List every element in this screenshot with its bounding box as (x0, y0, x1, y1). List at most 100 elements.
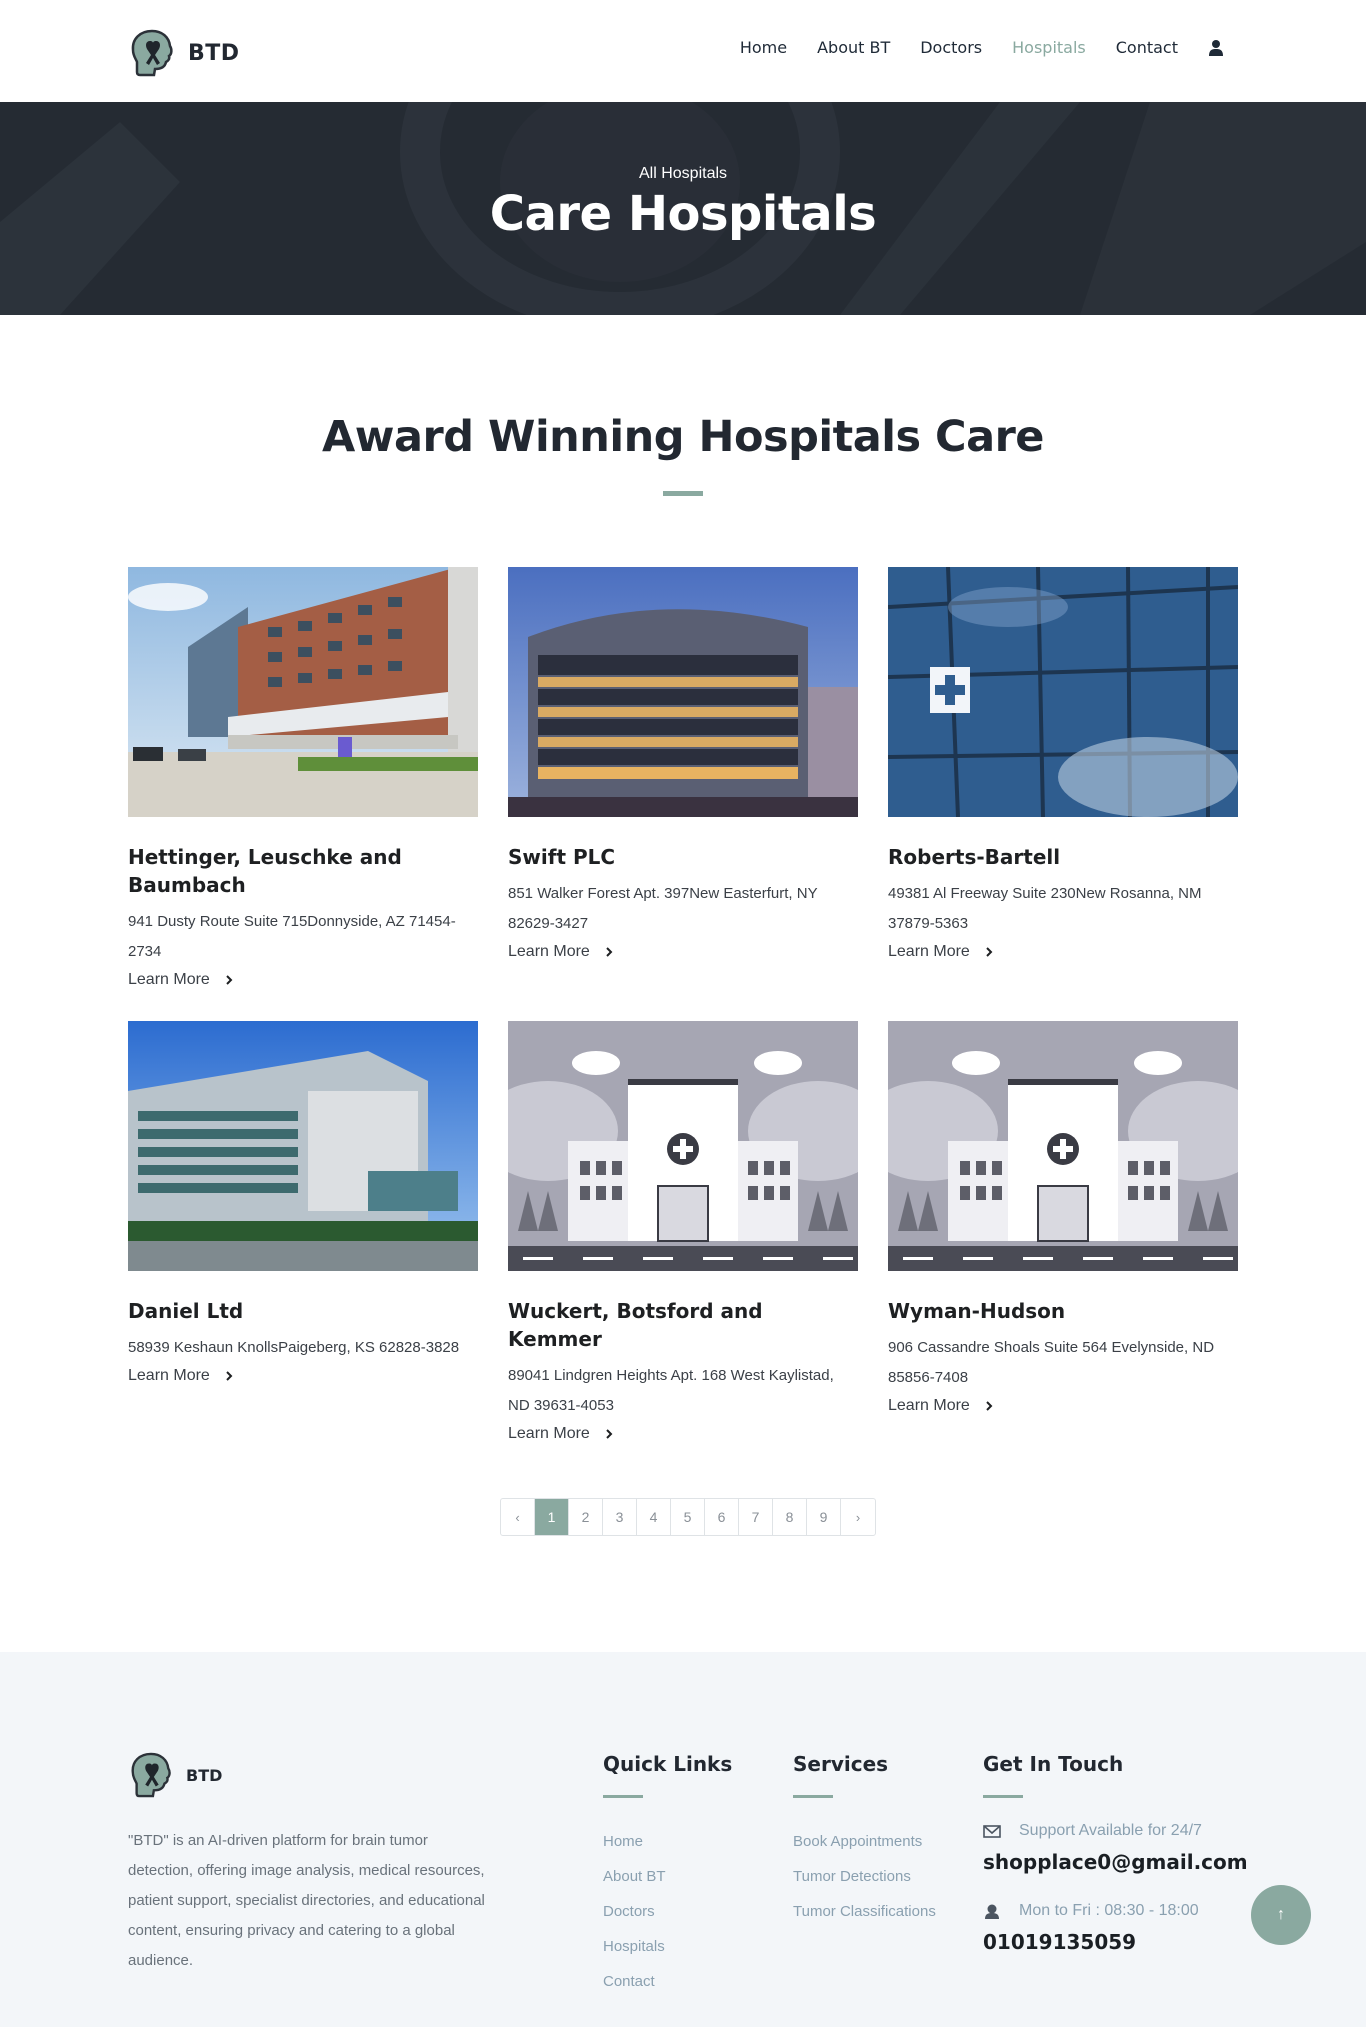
footer-link-about-bt[interactable]: About BT (603, 1859, 732, 1894)
footer-heading: Services (793, 1752, 889, 1776)
section-title: Award Winning Hospitals Care (322, 412, 1044, 462)
footer-link-home[interactable]: Home (603, 1824, 732, 1859)
hospital-name[interactable]: Daniel Ltd (128, 1297, 478, 1325)
learn-more-label: Learn More (508, 943, 590, 960)
heading-underline (983, 1795, 1023, 1798)
page-link[interactable]: 5 (671, 1499, 705, 1535)
pagination-prev[interactable]: ‹ (501, 1499, 535, 1535)
site-header: BTD Home About BT Doctors Hospitals Cont… (0, 0, 1366, 102)
brand-name: BTD (188, 40, 240, 66)
chevron-right-icon (606, 947, 613, 957)
nav-home[interactable]: Home (740, 38, 787, 57)
hospital-illustration[interactable] (888, 1021, 1238, 1271)
page-link[interactable]: 4 (637, 1499, 671, 1535)
hospital-address: 851 Walker Forest Apt. 397New Easterfurt… (508, 885, 818, 932)
footer-services: Services Book Appointments Tumor Detecti… (793, 1752, 936, 1929)
title-underline (663, 491, 703, 496)
main-nav: Home About BT Doctors Hospitals Contact (740, 38, 1224, 57)
hospital-address: 89041 Lindgren Heights Apt. 168 West Kay… (508, 1367, 834, 1414)
hospital-name[interactable]: Hettinger, Leuschke and Baumbach (128, 843, 478, 899)
learn-more-label: Learn More (128, 971, 210, 988)
learn-more-label: Learn More (508, 1425, 590, 1442)
page-link[interactable]: 9 (807, 1499, 841, 1535)
back-to-top-button[interactable]: ↑ (1251, 1885, 1311, 1945)
hospital-address: 941 Dusty Route Suite 715Donnyside, AZ 7… (128, 913, 456, 960)
round-hospital-night-photo[interactable] (508, 567, 858, 817)
hospital-name[interactable]: Wuckert, Botsford and Kemmer (508, 1297, 858, 1353)
hospital-card: Swift PLC 851 Walker Forest Apt. 397New … (508, 567, 858, 961)
support-agent-icon (985, 1904, 999, 1919)
chevron-right-icon (226, 1371, 233, 1381)
hospital-name[interactable]: Swift PLC (508, 843, 858, 871)
brick-hospital-photo[interactable] (128, 567, 478, 817)
user-icon[interactable] (1208, 39, 1224, 57)
chevron-right-icon (606, 1429, 613, 1439)
brain-ribbon-icon (131, 29, 173, 77)
hospital-address: 58939 Keshaun KnollsPaigeberg, KS 62828-… (128, 1339, 460, 1356)
footer-link-doctors[interactable]: Doctors (603, 1894, 732, 1929)
hospital-address: 906 Cassandre Shoals Suite 564 Evelynsid… (888, 1339, 1215, 1386)
page-title: Care Hospitals (489, 186, 877, 242)
hospital-illustration[interactable] (508, 1021, 858, 1271)
contact-phone[interactable]: 01019135059 (983, 1930, 1248, 1954)
footer-link-book-appointments[interactable]: Book Appointments (793, 1824, 936, 1859)
page-hero: All Hospitals Care Hospitals (0, 102, 1366, 315)
contact-email[interactable]: shopplace0@gmail.com (983, 1850, 1248, 1874)
footer-heading: Quick Links (603, 1752, 733, 1776)
hospital-card: Daniel Ltd 58939 Keshaun KnollsPaigeberg… (128, 1021, 478, 1385)
hospital-name[interactable]: Wyman-Hudson (888, 1297, 1238, 1325)
support-label: Support Available for 24/7 (1019, 1822, 1202, 1839)
footer-link-contact[interactable]: Contact (603, 1964, 732, 1999)
page-link[interactable]: 7 (739, 1499, 773, 1535)
footer-link-tumor-classifications[interactable]: Tumor Classifications (793, 1894, 936, 1929)
learn-more-link[interactable]: Learn More (508, 1425, 614, 1443)
brand[interactable]: BTD (128, 28, 240, 78)
page-link[interactable]: 8 (773, 1499, 807, 1535)
footer-about-text: "BTD" is an AI-driven platform for brain… (128, 1832, 485, 1969)
heading-underline (603, 1795, 643, 1798)
pagination-next[interactable]: › (841, 1499, 875, 1535)
footer-brand-name: BTD (186, 1765, 223, 1785)
modern-hospital-photo[interactable] (128, 1021, 478, 1271)
support-line: Support Available for 24/7 (983, 1822, 1248, 1840)
hospital-card: Hettinger, Leuschke and Baumbach 941 Dus… (128, 567, 478, 989)
nav-doctors[interactable]: Doctors (920, 38, 982, 57)
nav-hospitals[interactable]: Hospitals (1012, 38, 1086, 57)
page-link[interactable]: 1 (535, 1499, 569, 1535)
hospital-card: Wuckert, Botsford and Kemmer 89041 Lindg… (508, 1021, 858, 1443)
glass-hospital-sign-photo[interactable] (888, 567, 1238, 817)
hospital-card: Wyman-Hudson 906 Cassandre Shoals Suite … (888, 1021, 1238, 1415)
learn-more-label: Learn More (128, 1367, 210, 1384)
page-link[interactable]: 3 (603, 1499, 637, 1535)
chevron-right-icon (226, 975, 233, 985)
hospital-address: 49381 Al Freeway Suite 230New Rosanna, N… (888, 885, 1202, 932)
hero-eyebrow: All Hospitals (638, 165, 728, 182)
learn-more-label: Learn More (888, 943, 970, 960)
footer-quick-links: Quick Links Home About BT Doctors Hospit… (603, 1752, 732, 1999)
page-link[interactable]: 6 (705, 1499, 739, 1535)
hours-line: Mon to Fri : 08:30 - 18:00 (983, 1902, 1248, 1920)
learn-more-link[interactable]: Learn More (888, 943, 994, 961)
chevron-right-icon (986, 947, 993, 957)
learn-more-link[interactable]: Learn More (508, 943, 614, 961)
learn-more-link[interactable]: Learn More (128, 971, 234, 989)
learn-more-link[interactable]: Learn More (888, 1397, 994, 1415)
footer-link-hospitals[interactable]: Hospitals (603, 1929, 732, 1964)
footer-link-tumor-detections[interactable]: Tumor Detections (793, 1859, 936, 1894)
heading-underline (793, 1795, 833, 1798)
learn-more-link[interactable]: Learn More (128, 1367, 234, 1385)
page-link[interactable]: 2 (569, 1499, 603, 1535)
site-footer: BTD "BTD" is an AI-driven platform for b… (0, 1652, 1366, 2027)
nav-contact[interactable]: Contact (1116, 38, 1178, 57)
footer-heading: Get In Touch (983, 1752, 1124, 1776)
learn-more-label: Learn More (888, 1397, 970, 1414)
hospital-name[interactable]: Roberts-Bartell (888, 843, 1238, 871)
brain-ribbon-icon (131, 1752, 171, 1798)
footer-brand[interactable]: BTD (128, 1750, 222, 1800)
footer-contact: Get In Touch Support Available for 24/7 … (983, 1752, 1248, 1954)
nav-about-bt[interactable]: About BT (817, 38, 890, 57)
hospital-card: Roberts-Bartell 49381 Al Freeway Suite 2… (888, 567, 1238, 961)
envelope-icon (983, 1825, 1001, 1838)
chevron-right-icon (986, 1401, 993, 1411)
hours-label: Mon to Fri : 08:30 - 18:00 (1019, 1902, 1199, 1919)
